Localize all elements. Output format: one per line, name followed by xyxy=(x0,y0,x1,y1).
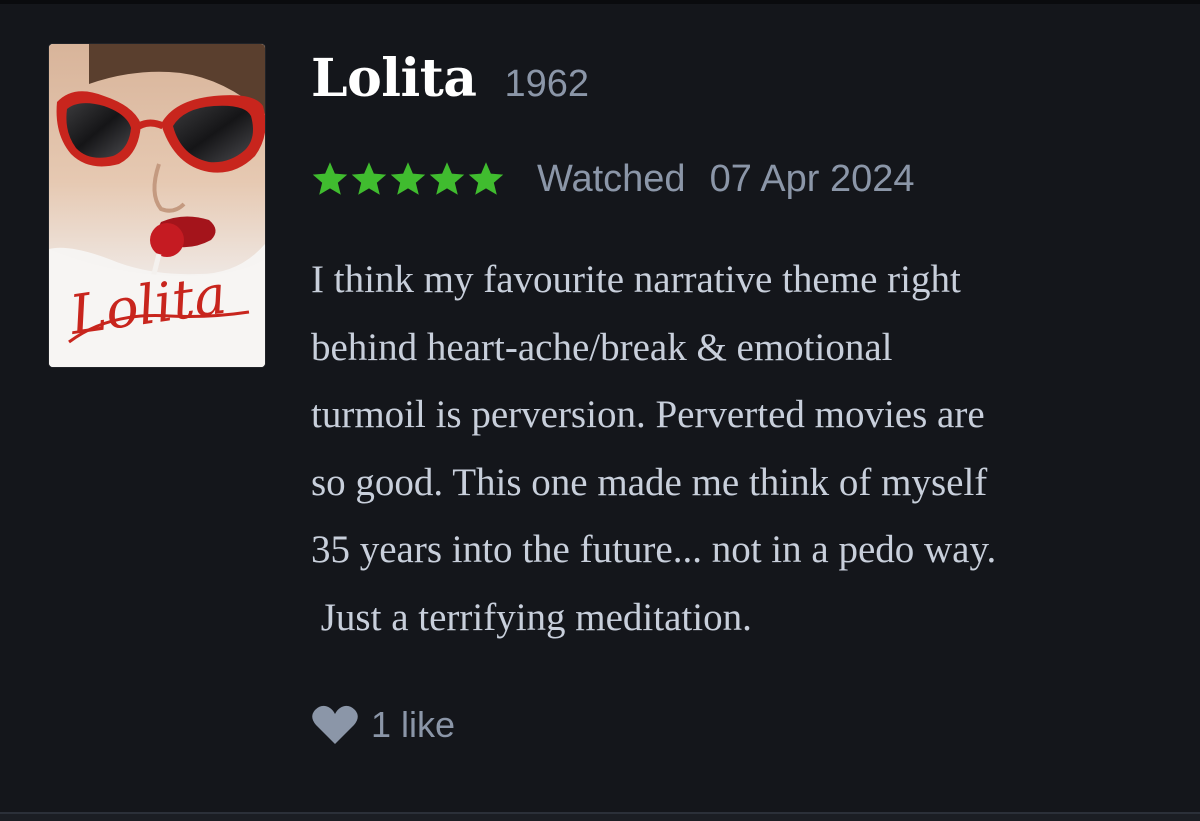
likes-count[interactable]: 1 like xyxy=(371,704,455,746)
watched-label: Watched xyxy=(537,157,686,200)
review-line: behind heart-ache/break & emotional xyxy=(311,325,893,369)
star-rating xyxy=(311,161,506,197)
review-line: turmoil is perversion. Perverted movies … xyxy=(311,393,985,436)
review-line: so good. This one made me think of mysel… xyxy=(311,460,988,504)
title-row: Lolita 1962 xyxy=(311,48,589,118)
top-edge xyxy=(0,0,1200,4)
review-line: Just a terrifying meditation. xyxy=(311,595,752,639)
review-text: I think my favourite narrative theme rig… xyxy=(311,246,1181,651)
film-poster[interactable]: Lolita xyxy=(49,44,265,367)
star-icon xyxy=(468,162,504,195)
film-year[interactable]: 1962 xyxy=(504,63,589,106)
like-button[interactable] xyxy=(311,704,359,746)
review-line: 35 years into the future... not in a ped… xyxy=(311,528,997,571)
watched-date[interactable]: 07 Apr 2024 xyxy=(710,158,915,201)
heart-icon[interactable] xyxy=(311,704,359,746)
star-icon xyxy=(312,162,348,195)
review-line: I think my favourite narrative theme rig… xyxy=(311,258,961,301)
meta-row: Watched 07 Apr 2024 xyxy=(311,154,915,204)
film-poster-image: Lolita xyxy=(49,44,265,367)
divider xyxy=(0,812,1200,821)
star-icon xyxy=(390,162,426,195)
likes-row: 1 like xyxy=(311,699,455,751)
film-title[interactable]: Lolita xyxy=(311,48,477,109)
star-icon xyxy=(429,162,465,195)
star-icon xyxy=(351,162,387,195)
